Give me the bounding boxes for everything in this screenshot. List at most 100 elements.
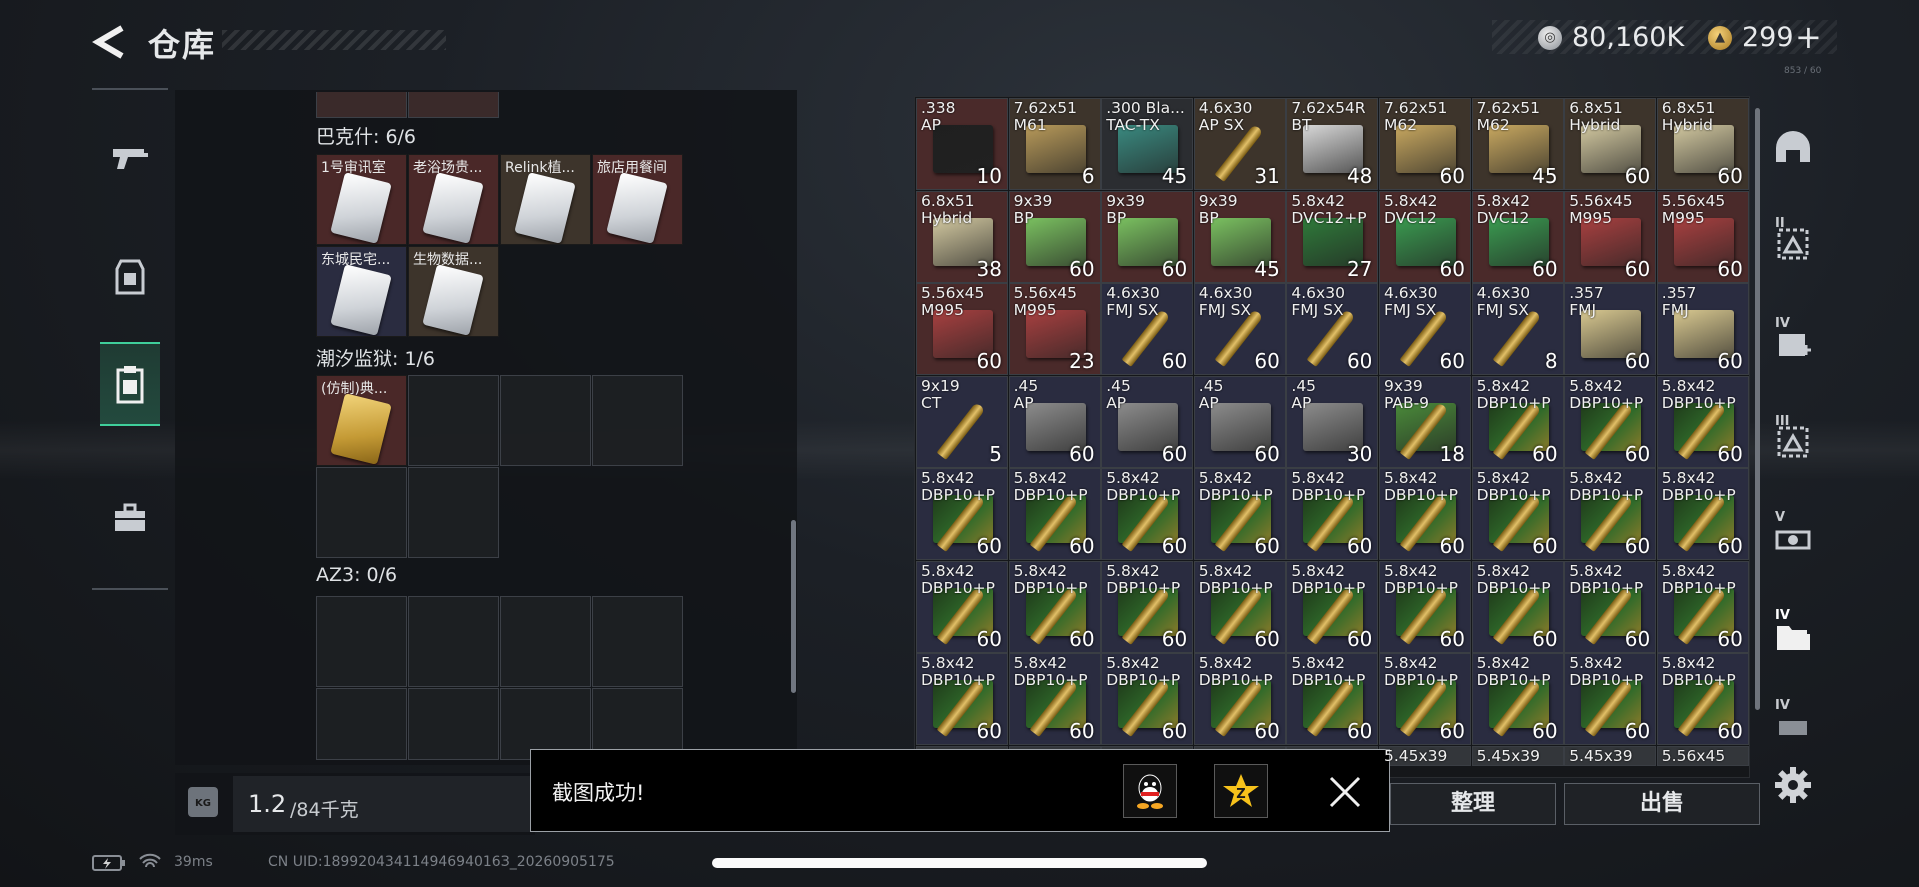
ammo-item[interactable]: 5.8x42 DBP10+P 60 <box>1193 468 1286 560</box>
back-arrow-icon[interactable] <box>92 22 126 62</box>
ammo-item[interactable]: 5.8x42 DBP10+P 60 <box>1564 560 1657 653</box>
ammo-item[interactable]: .45 AP 60 <box>1101 375 1194 468</box>
empty-keycard-slot[interactable] <box>316 688 407 760</box>
ammo-item[interactable]: 5.56x45 M995 23 <box>1008 283 1101 375</box>
ammo-item[interactable]: .45 AP 60 <box>1008 375 1101 468</box>
empty-keycard-slot[interactable] <box>408 467 499 558</box>
right-scrollbar[interactable] <box>1755 108 1760 710</box>
keycard-item[interactable]: Relink植... <box>500 154 591 245</box>
ammo-item[interactable]: .45 AP 60 <box>1193 375 1286 468</box>
ammo-item[interactable]: 5.45x39 <box>1471 745 1564 766</box>
ammo-item[interactable]: 7.62x54R BT 48 <box>1286 98 1379 190</box>
ammo-item[interactable]: 5.8x42 DVC12+P 27 <box>1286 190 1379 283</box>
add-currency-button[interactable]: + <box>1795 18 1822 56</box>
ammo-item[interactable]: 5.8x42 DBP10+P 60 <box>1471 653 1564 745</box>
ammo-item[interactable]: 9x39 BP 60 <box>1101 190 1194 283</box>
ammo-item[interactable]: 7.62x51 M62 60 <box>1379 98 1471 190</box>
empty-keycard-slot[interactable] <box>408 596 499 687</box>
tier5-tab[interactable]: V <box>1768 508 1818 568</box>
empty-keycard-slot[interactable] <box>500 596 591 687</box>
ammo-item[interactable]: 5.8x42 DBP10+P 60 <box>916 653 1008 745</box>
ammo-item[interactable]: 5.8x42 DBP10+P 60 <box>1656 468 1749 560</box>
ammo-item[interactable]: 4.6x30 FMJ SX 8 <box>1471 283 1564 375</box>
close-icon[interactable] <box>1325 772 1365 812</box>
settings-gear-icon[interactable] <box>1773 765 1813 805</box>
ammo-item[interactable]: 9x39 BP 45 <box>1193 190 1286 283</box>
ammo-item[interactable]: 5.8x42 DBP10+P 60 <box>1379 468 1471 560</box>
ammo-item[interactable]: 5.8x42 DBP10+P 60 <box>1379 653 1471 745</box>
keycard-item[interactable]: 东城民宅... <box>316 246 407 337</box>
home-indicator[interactable] <box>712 858 1207 868</box>
ammo-item[interactable]: 5.8x42 DBP10+P 60 <box>1471 375 1564 468</box>
empty-keycard-slot[interactable] <box>408 688 499 760</box>
keycard-item[interactable]: 生物数据... <box>408 246 499 337</box>
ammo-item[interactable]: 5.8x42 DBP10+P 60 <box>1564 653 1657 745</box>
ammo-item[interactable]: .300 Bla... TAC-TX 45 <box>1101 98 1194 190</box>
ammo-item[interactable]: 5.8x42 DVC12 60 <box>1471 190 1564 283</box>
left-scrollbar[interactable] <box>791 520 796 693</box>
share-qq-button[interactable] <box>1123 764 1177 818</box>
ammo-item[interactable]: 5.8x42 DBP10+P 60 <box>1101 468 1194 560</box>
keycard-item[interactable]: 1号审讯室 <box>316 154 407 245</box>
ammo-item[interactable]: 5.45x39 <box>1379 745 1471 766</box>
ammo-item[interactable]: 4.6x30 AP SX 31 <box>1193 98 1286 190</box>
keycard-item[interactable]: 老浴场贵... <box>408 154 499 245</box>
ammo-item[interactable]: 4.6x30 FMJ SX 60 <box>1193 283 1286 375</box>
ammo-item[interactable]: 5.56x45 M995 60 <box>916 283 1008 375</box>
ammo-item[interactable]: 5.8x42 DBP10+P 60 <box>1471 560 1564 653</box>
ammo-item[interactable]: 5.8x42 DBP10+P 60 <box>1286 560 1379 653</box>
ammo-item[interactable]: 6.8x51 Hybrid 60 <box>1656 98 1749 190</box>
ammo-item[interactable]: 9x39 BP 60 <box>1008 190 1101 283</box>
empty-keycard-slot[interactable] <box>316 596 407 687</box>
ammo-item[interactable]: 5.8x42 DBP10+P 60 <box>1101 560 1194 653</box>
ammo-item[interactable]: 7.62x51 M61 6 <box>1008 98 1101 190</box>
weapon-tab[interactable] <box>100 118 160 198</box>
ammo-item[interactable]: 6.8x51 Hybrid 38 <box>916 190 1008 283</box>
sort-button[interactable]: 整理 <box>1390 783 1556 825</box>
ammo-item[interactable]: 5.8x42 DBP10+P 60 <box>1656 560 1749 653</box>
ammo-item[interactable]: 5.8x42 DBP10+P 60 <box>1564 375 1657 468</box>
gear-tab[interactable] <box>100 237 160 317</box>
ammo-item[interactable]: 5.8x42 DBP10+P 60 <box>1193 560 1286 653</box>
ammo-item[interactable]: 5.8x42 DVC12 60 <box>1379 190 1471 283</box>
ammo-item[interactable]: 5.56x45 M995 60 <box>1564 190 1657 283</box>
ammo-item[interactable]: 5.8x42 DBP10+P 60 <box>1656 375 1749 468</box>
ammo-item[interactable]: 5.8x42 DBP10+P 60 <box>1564 468 1657 560</box>
empty-keycard-slot[interactable] <box>500 375 591 466</box>
ammo-item[interactable]: 9x39 PAB-9 18 <box>1379 375 1471 468</box>
sell-button[interactable]: 出售 <box>1564 783 1760 825</box>
empty-keycard-slot[interactable] <box>592 596 683 687</box>
ammo-item[interactable]: .45 AP 30 <box>1286 375 1379 468</box>
ammo-item[interactable]: .357 FMJ 60 <box>1564 283 1657 375</box>
ammo-item[interactable]: 5.45x39 <box>1564 745 1657 766</box>
ammo-item[interactable]: 5.8x42 DBP10+P 60 <box>1008 468 1101 560</box>
keycard-item[interactable]: 旅店用餐间 <box>592 154 683 245</box>
ammo-item[interactable]: 5.8x42 DBP10+P 60 <box>1286 468 1379 560</box>
ammo-item[interactable]: 5.8x42 DBP10+P 60 <box>1008 653 1101 745</box>
ammo-item[interactable]: 7.62x51 M62 45 <box>1471 98 1564 190</box>
ammo-item[interactable]: 5.8x42 DBP10+P 60 <box>1471 468 1564 560</box>
empty-keycard-slot[interactable] <box>316 467 407 558</box>
empty-keycard-slot[interactable] <box>408 375 499 466</box>
empty-keycard-slot[interactable] <box>592 375 683 466</box>
ammo-item[interactable]: 4.6x30 FMJ SX 60 <box>1379 283 1471 375</box>
case-tab[interactable] <box>100 478 160 558</box>
ammo-item[interactable]: 9x19 CT 5 <box>916 375 1008 468</box>
container-tab[interactable] <box>100 342 160 426</box>
ammo-item[interactable]: 5.8x42 DBP10+P 60 <box>1286 653 1379 745</box>
keycard-item[interactable]: (仿制)典... <box>316 375 407 466</box>
helmet-tab[interactable] <box>1768 118 1818 178</box>
ammo-item[interactable]: 5.8x42 DBP10+P 60 <box>1008 560 1101 653</box>
ammo-item[interactable]: 5.8x42 DBP10+P 60 <box>1656 653 1749 745</box>
ammo-item[interactable]: 4.6x30 FMJ SX 60 <box>1286 283 1379 375</box>
ammo-item[interactable]: 6.8x51 Hybrid 60 <box>1564 98 1657 190</box>
tier2-tab[interactable]: II <box>1768 214 1818 274</box>
ammo-item[interactable]: .357 FMJ 60 <box>1656 283 1749 375</box>
ammo-item[interactable]: 5.8x42 DBP10+P 60 <box>1101 653 1194 745</box>
ammo-item[interactable]: 4.6x30 FMJ SX 60 <box>1101 283 1194 375</box>
ammo-item[interactable]: 5.56x45 <box>1656 745 1749 766</box>
ammo-item[interactable]: .338 AP 10 <box>916 98 1008 190</box>
ammo-item[interactable]: 5.8x42 DBP10+P 60 <box>1193 653 1286 745</box>
ammo-item[interactable]: 5.8x42 DBP10+P 60 <box>1379 560 1471 653</box>
tier4-medic-tab[interactable]: IV <box>1768 314 1818 374</box>
